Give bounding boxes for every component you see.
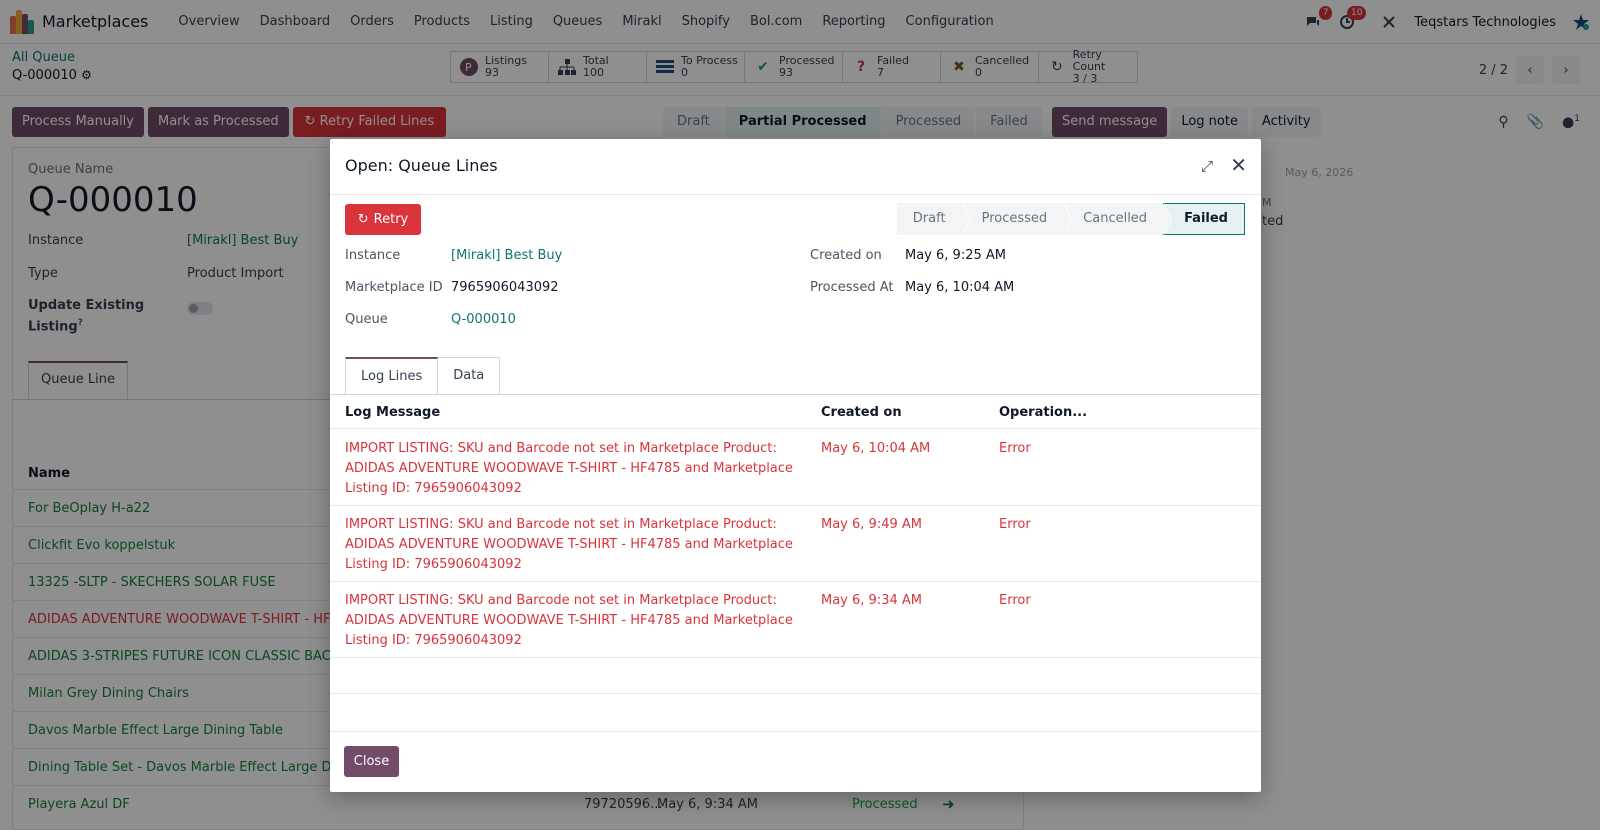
log-message: IMPORT LISTING: SKU and Barcode not set … (345, 441, 793, 496)
log-operation: Error (999, 593, 1031, 608)
log-created-on: May 6, 10:04 AM (821, 441, 931, 456)
status-cancelled[interactable]: Cancelled (1063, 203, 1172, 235)
processed-at-label: Processed At (810, 280, 894, 295)
empty-row (330, 694, 1261, 730)
line-status-bar: Draft Processed Cancelled Failed (896, 203, 1245, 235)
close-icon[interactable]: ✕ (1230, 153, 1247, 177)
log-operation: Error (999, 441, 1031, 456)
refresh-icon: ↻ (357, 212, 369, 227)
marketplace-id-value: 7965906043092 (451, 280, 559, 295)
log-table-header: Log Message Created on Operation... (330, 395, 1261, 429)
created-on-column[interactable]: Created on (821, 405, 902, 420)
empty-row (330, 658, 1261, 694)
log-created-on: May 6, 9:49 AM (821, 517, 922, 532)
dialog-footer: Close (330, 731, 1261, 792)
log-message: IMPORT LISTING: SKU and Barcode not set … (345, 517, 793, 572)
instance-link[interactable]: [Mirakl] Best Buy (451, 248, 562, 263)
processed-at-value: May 6, 10:04 AM (905, 280, 1015, 295)
queue-line-dialog: Open: Queue Lines ⤢ ✕ ↻ Retry Draft Proc… (330, 139, 1261, 792)
dialog-title: Open: Queue Lines (345, 156, 498, 175)
log-row[interactable]: IMPORT LISTING: SKU and Barcode not set … (330, 430, 1261, 506)
dialog-tabs: Log Lines Data (345, 357, 501, 395)
log-row[interactable]: IMPORT LISTING: SKU and Barcode not set … (330, 582, 1261, 658)
created-on-value: May 6, 9:25 AM (905, 248, 1006, 263)
tab-data[interactable]: Data (438, 357, 501, 395)
close-button[interactable]: Close (344, 746, 399, 777)
retry-label: Retry (373, 212, 409, 227)
instance-label: Instance (345, 248, 401, 263)
dialog-header: Open: Queue Lines ⤢ ✕ (330, 139, 1261, 195)
log-message-column[interactable]: Log Message (345, 405, 440, 420)
status-draft[interactable]: Draft (896, 203, 971, 235)
log-created-on: May 6, 9:34 AM (821, 593, 922, 608)
log-message: IMPORT LISTING: SKU and Barcode not set … (345, 593, 793, 648)
queue-label: Queue (345, 312, 388, 327)
log-operation: Error (999, 517, 1031, 532)
log-row[interactable]: IMPORT LISTING: SKU and Barcode not set … (330, 506, 1261, 582)
retry-button[interactable]: ↻ Retry (345, 204, 421, 235)
operation-column[interactable]: Operation... (999, 405, 1087, 420)
created-on-label: Created on (810, 248, 882, 263)
tab-log-lines[interactable]: Log Lines (345, 357, 439, 395)
marketplace-id-label: Marketplace ID (345, 280, 443, 295)
queue-link[interactable]: Q-000010 (451, 312, 516, 327)
status-processed[interactable]: Processed (961, 203, 1072, 235)
status-failed[interactable]: Failed (1163, 203, 1245, 235)
expand-icon[interactable]: ⤢ (1201, 157, 1213, 175)
